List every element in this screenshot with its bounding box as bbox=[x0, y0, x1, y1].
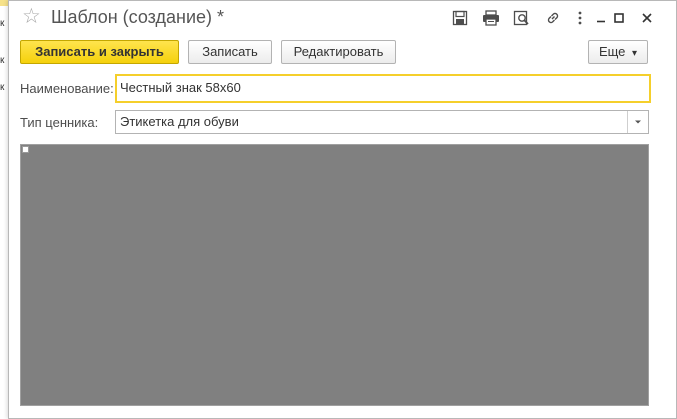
more-button-label: Еще bbox=[598, 44, 626, 59]
template-preview-area[interactable] bbox=[20, 144, 649, 406]
save-icon[interactable] bbox=[450, 8, 470, 28]
more-vertical-icon[interactable] bbox=[570, 8, 590, 28]
title-bar: ☆ Шаблон (создание) * bbox=[9, 1, 676, 34]
chevron-down-icon: ▾ bbox=[632, 48, 638, 59]
chevron-down-icon bbox=[635, 120, 641, 124]
edit-button[interactable]: Редактировать bbox=[281, 40, 396, 64]
type-label: Тип ценника: bbox=[20, 115, 99, 130]
preview-icon[interactable] bbox=[512, 8, 532, 28]
screen: к к к ☆ Шаблон (создание) * Записать и з… bbox=[0, 0, 677, 419]
select-all-handle[interactable] bbox=[22, 146, 29, 153]
close-icon[interactable] bbox=[637, 8, 657, 28]
more-button[interactable]: Еще ▾ bbox=[588, 40, 648, 64]
dialog-window: ☆ Шаблон (создание) * Записать и закрыть… bbox=[8, 0, 677, 419]
minimize-icon[interactable] bbox=[591, 8, 611, 28]
save-and-close-button[interactable]: Записать и закрыть bbox=[20, 40, 179, 64]
window-title: Шаблон (создание) * bbox=[51, 7, 225, 27]
star-icon[interactable]: ☆ bbox=[22, 5, 41, 29]
type-select-value: Этикетка для обуви bbox=[120, 114, 239, 129]
link-icon[interactable] bbox=[543, 8, 563, 28]
dropdown-button[interactable] bbox=[627, 111, 648, 133]
save-button[interactable]: Записать bbox=[188, 40, 272, 64]
name-label: Наименование: bbox=[20, 81, 114, 96]
print-icon[interactable] bbox=[481, 8, 501, 28]
type-select[interactable]: Этикетка для обуви bbox=[115, 110, 649, 134]
maximize-icon[interactable] bbox=[609, 8, 629, 28]
name-field[interactable]: Честный знак 58x60 bbox=[115, 74, 651, 103]
